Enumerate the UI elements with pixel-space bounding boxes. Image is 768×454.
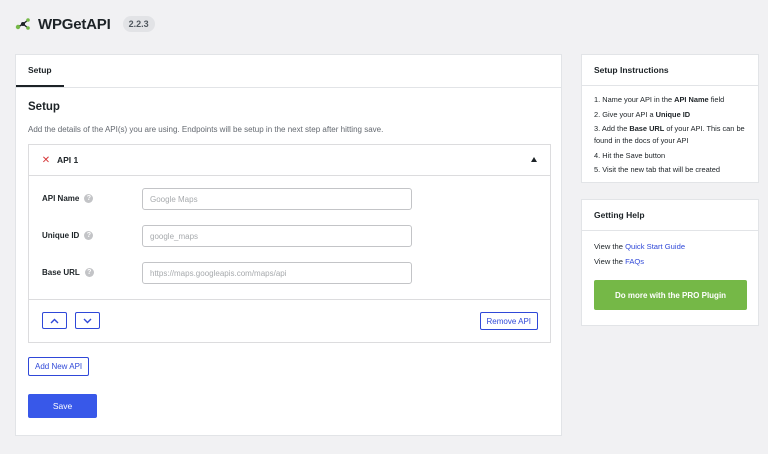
faqs-link[interactable]: FAQs [625, 257, 644, 266]
base-url-row: Base URL ? [29, 262, 550, 284]
remove-api-button[interactable]: Remove API [479, 312, 538, 330]
version-badge: 2.2.3 [122, 16, 155, 32]
save-button[interactable]: Save [28, 394, 97, 418]
help-icon[interactable]: ? [84, 268, 94, 277]
instruction-item: 2. Give your API a Unique ID [594, 109, 691, 119]
unique-id-input[interactable] [142, 225, 412, 247]
api-panel-footer: Remove API [29, 299, 550, 342]
setup-instructions-card: Setup Instructions 1. Name your API in t… [581, 54, 759, 183]
api-panel-header[interactable]: ✕ API 1 [29, 145, 550, 176]
pro-plugin-button[interactable]: Do more with the PRO Plugin [594, 280, 747, 310]
chevron-up-icon [50, 318, 59, 323]
setup-card: Setup Setup Add the details of the API(s… [15, 54, 562, 436]
instruction-item: 3. Add the Base URL of your API. This ca… [594, 124, 745, 145]
logo-icon [15, 18, 30, 30]
getting-help-card: Getting Help View the Quick Start Guide … [581, 199, 759, 326]
top-bar: WPGetAPI 2.2.3 [14, 12, 155, 36]
api-name-row: API Name ? [29, 188, 550, 210]
move-down-button[interactable] [75, 312, 100, 329]
base-url-input[interactable] [142, 262, 412, 284]
unique-id-label: Unique ID ? [42, 231, 94, 240]
base-url-label: Base URL ? [42, 268, 94, 277]
help-links: View the Quick Start Guide View the FAQs [582, 231, 758, 269]
chevron-down-icon [83, 318, 92, 323]
instruction-item: 5. Visit the new tab that will be create… [594, 165, 721, 174]
instructions-title: Setup Instructions [582, 55, 758, 86]
api-name-label: API Name ? [42, 194, 94, 203]
api-name-label-text: API Name [42, 194, 80, 203]
instruction-item: 1. Name your API in the API Name field [594, 95, 725, 104]
help-icon[interactable]: ? [84, 194, 94, 203]
section-description: Add the details of the API(s) you are us… [28, 125, 384, 134]
unique-id-label-text: Unique ID [42, 231, 80, 240]
help-icon[interactable]: ? [84, 231, 94, 240]
tab-bar: Setup [16, 55, 561, 88]
help-line: View the Quick Start Guide [594, 242, 686, 251]
brand-name: WPGetAPI [38, 15, 111, 33]
section-title: Setup [28, 101, 60, 113]
api-panel: ✕ API 1 API Name ? Unique ID ? Base URL … [28, 144, 551, 343]
collapse-caret-icon[interactable] [531, 157, 537, 162]
help-line: View the FAQs [594, 257, 645, 266]
help-title: Getting Help [582, 200, 758, 231]
api-name-input[interactable] [142, 188, 412, 210]
delete-x-icon[interactable]: ✕ [41, 155, 51, 166]
unique-id-row: Unique ID ? [29, 225, 550, 247]
base-url-label-text: Base URL [42, 268, 80, 277]
instruction-item: 4. Hit the Save button [594, 150, 666, 160]
add-new-api-button[interactable]: Add New API [28, 357, 90, 376]
tab-setup[interactable]: Setup [16, 55, 64, 87]
api-panel-title: API 1 [57, 155, 79, 165]
instructions-list: 1. Name your API in the API Name field 2… [582, 86, 758, 176]
quick-start-link[interactable]: Quick Start Guide [625, 242, 685, 251]
move-up-button[interactable] [42, 312, 67, 329]
